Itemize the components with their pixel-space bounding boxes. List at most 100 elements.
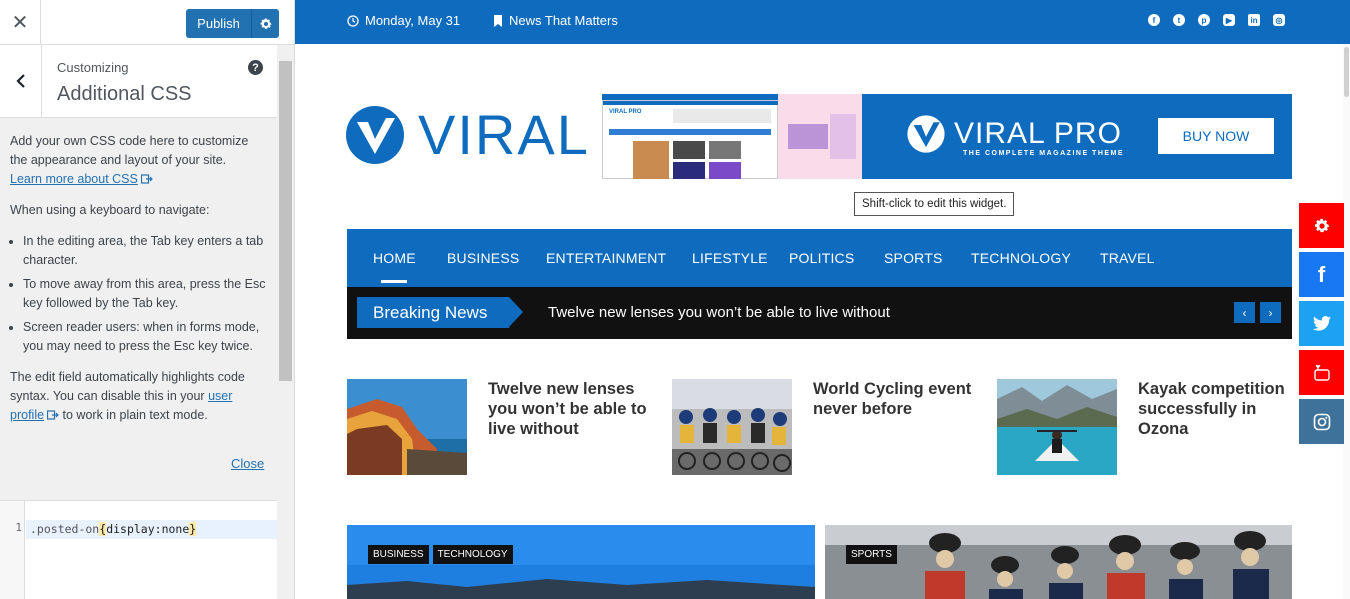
publish-button[interactable]: Publish [186, 9, 251, 38]
list-item: Screen reader users: when in forms mode,… [23, 318, 268, 356]
viral-logo-icon [346, 105, 404, 164]
instagram-icon[interactable]: ◎ [1273, 14, 1285, 26]
highlight-note: The edit field automatically highlights … [10, 368, 268, 425]
youtube-icon [1313, 364, 1330, 381]
kayak-image [997, 379, 1117, 475]
instagram-share-button[interactable] [1299, 399, 1344, 444]
breaking-news-label: Breaking News [357, 297, 509, 328]
facebook-share-button[interactable]: f [1299, 252, 1344, 297]
youtube-icon[interactable]: ▶ [1223, 14, 1235, 26]
tagline: News That Matters [493, 13, 618, 28]
gear-icon [260, 17, 271, 29]
css-declaration: display:none [106, 522, 190, 536]
facebook-icon: f [1317, 261, 1326, 287]
learn-more-link[interactable]: Learn more about CSS [10, 172, 138, 186]
nav-item-business[interactable]: BUSINESS [447, 250, 519, 266]
viral-pro-logo-icon [907, 115, 945, 153]
logo-text: VIRAL [418, 103, 590, 166]
code-line[interactable]: .posted-on{display:none} [26, 520, 277, 539]
cycling-image [672, 379, 792, 475]
ad-tagline: THE COMPLETE MAGAZINE THEME [963, 150, 1125, 157]
nav-item-home[interactable]: HOME [373, 250, 416, 266]
preview-scrollbar-thumb[interactable] [1344, 47, 1349, 97]
ticker-prev-button[interactable]: ‹ [1234, 302, 1255, 323]
breaking-news-ticker: Breaking News Twelve new lenses you won’… [347, 287, 1292, 339]
keyboard-intro: When using a keyboard to navigate: [10, 203, 210, 217]
list-item: In the editing area, the Tab key enters … [23, 232, 268, 270]
widget-edit-tooltip: Shift-click to edit this widget. [854, 192, 1015, 216]
site-logo[interactable]: VIRAL [346, 102, 590, 167]
breaking-label-arrow [509, 297, 523, 327]
keyboard-tips-list: In the editing area, the Tab key enters … [23, 232, 268, 356]
ad-brand-name: VIRAL PRO [954, 117, 1122, 150]
app-root: ✕ Publish Customizing Additional CSS ? A… [0, 0, 1350, 599]
facebook-icon[interactable]: f [1148, 14, 1160, 26]
description-intro: Add your own CSS code here to customize … [10, 132, 268, 189]
help-icon[interactable]: ? [248, 60, 263, 75]
youtube-share-button[interactable] [1299, 350, 1344, 395]
main-navigation: HOME BUSINESS ENTERTAINMENT LIFESTYLE PO… [347, 229, 1292, 287]
breaking-news-headline[interactable]: Twelve new lenses you won’t be able to l… [548, 304, 890, 321]
publish-settings-button[interactable] [251, 9, 279, 38]
nav-item-lifestyle[interactable]: LIFESTYLE [692, 250, 768, 266]
nav-item-travel[interactable]: TRAVEL [1100, 250, 1155, 266]
category-tag[interactable]: TECHNOLOGY [432, 545, 513, 564]
post-title[interactable]: Twelve new lenses you won’t be able to l… [488, 379, 648, 439]
panel-header: Customizing Additional CSS ? [0, 45, 277, 118]
nav-item-sports[interactable]: SPORTS [884, 250, 943, 266]
css-code-editor[interactable]: 1 .posted-on{display:none} [0, 500, 277, 599]
share-settings-button[interactable] [1299, 203, 1344, 248]
category-tag[interactable]: BUSINESS [368, 545, 429, 564]
date-text: Monday, May 31 [365, 13, 461, 28]
close-icon: ✕ [11, 12, 29, 34]
top-bar: Monday, May 31 News That Matters f t p ▶… [295, 0, 1350, 44]
buy-now-button[interactable]: BUY NOW [1158, 118, 1274, 154]
external-link-icon [140, 174, 153, 184]
css-selector: .posted-on [30, 522, 100, 536]
panel-title: Additional CSS [57, 83, 192, 105]
customizer-sidebar: ✕ Publish Customizing Additional CSS ? A… [0, 0, 295, 599]
nav-active-indicator [381, 280, 407, 283]
post-thumbnail[interactable] [997, 379, 1117, 475]
sidebar-scrollbar-thumb[interactable] [279, 61, 292, 381]
preview-scrollbar[interactable] [1343, 44, 1350, 599]
nav-item-politics[interactable]: POLITICS [789, 250, 854, 266]
back-button[interactable] [0, 45, 42, 117]
site-preview: Monday, May 31 News That Matters f t p ▶… [295, 0, 1350, 599]
linkedin-icon[interactable]: in [1248, 14, 1260, 26]
feature-card[interactable]: BUSINESS TECHNOLOGY [347, 525, 815, 599]
close-help-link[interactable]: Close [231, 456, 264, 471]
pinterest-icon[interactable]: p [1198, 14, 1210, 26]
floating-share-bar: f [1299, 203, 1344, 448]
category-tag[interactable]: SPORTS [846, 545, 897, 564]
gear-icon [1314, 218, 1329, 232]
post-thumbnail[interactable] [672, 379, 792, 475]
chevron-left-icon: ‹ [1242, 305, 1247, 320]
nav-item-technology[interactable]: TECHNOLOGY [971, 250, 1071, 266]
twitter-icon [1312, 316, 1331, 331]
post-title[interactable]: Kayak competition successfully in Ozona [1138, 379, 1298, 439]
feature-card[interactable]: SPORTS [825, 525, 1292, 599]
intro-text: Add your own CSS code here to customize … [10, 134, 249, 167]
ad-brand: VIRAL PRO [906, 114, 1122, 154]
external-link-icon [47, 410, 59, 420]
social-links: f t p ▶ in ◎ [1148, 14, 1285, 26]
ticker-next-button[interactable]: › [1260, 302, 1281, 323]
post-thumbnail[interactable] [347, 379, 467, 475]
nav-item-entertainment[interactable]: ENTERTAINMENT [546, 250, 666, 266]
post-title[interactable]: World Cycling event never before [813, 379, 973, 419]
chevron-right-icon: › [1268, 305, 1273, 320]
twitter-icon[interactable]: t [1173, 14, 1185, 26]
twitter-share-button[interactable] [1299, 301, 1344, 346]
clock-icon [347, 14, 359, 27]
chevron-left-icon [15, 74, 25, 88]
date-display: Monday, May 31 [347, 13, 460, 28]
tagline-text: News That Matters [509, 13, 618, 28]
viral-pro-ad-banner[interactable]: VIRAL PRO VIRAL PRO THE COMPLETE MAGAZIN… [602, 94, 1292, 179]
line-gutter [0, 501, 25, 599]
ad-shot-label: VIRAL PRO [609, 109, 642, 115]
panel-description: Add your own CSS code here to customize … [10, 132, 268, 437]
close-customizer-button[interactable]: ✕ [0, 0, 41, 45]
ad-screenshot-secondary [778, 94, 862, 179]
customizing-label: Customizing [57, 60, 129, 75]
